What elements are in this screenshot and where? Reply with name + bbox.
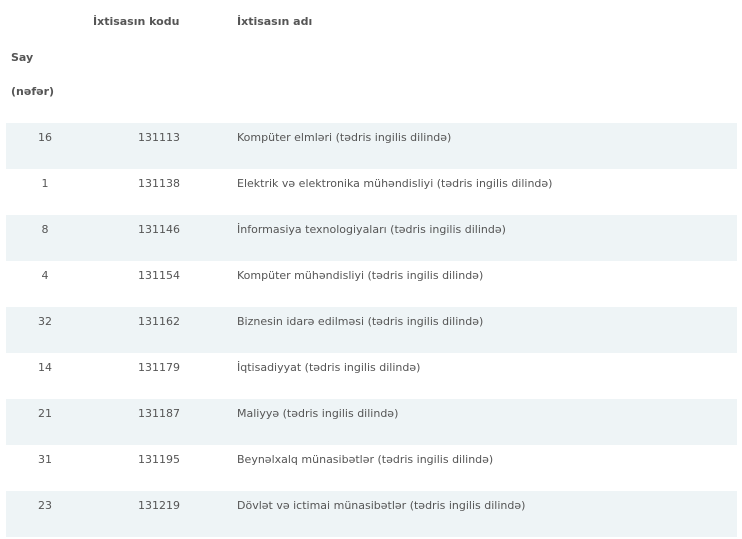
row-count: 1 bbox=[41, 177, 49, 190]
row-code: 131179 bbox=[138, 361, 180, 374]
row-name: İqtisadiyyat (tədris ingilis dilində) bbox=[237, 361, 421, 374]
table-body: 16 131113 Kompüter elmləri (tədris ingilis… bbox=[6, 123, 737, 537]
table-row: 21 131187 Maliyyə (tədris ingilis dilində) bbox=[6, 399, 737, 445]
row-name: Kompüter mühəndisliyi (tədris ingilis di… bbox=[237, 269, 484, 282]
table-row: 16 131113 Kompüter elmləri (tədris ingilis… bbox=[6, 123, 737, 169]
header-code: İxtisasın kodu bbox=[93, 15, 180, 28]
row-code: 131187 bbox=[138, 407, 180, 420]
row-count: 4 bbox=[41, 269, 49, 282]
row-count: 31 bbox=[38, 453, 52, 466]
row-count: 21 bbox=[38, 407, 52, 420]
row-code: 131219 bbox=[138, 499, 180, 512]
row-code: 131162 bbox=[138, 315, 180, 328]
table-row: 31 131195 Beynəlxalq münasibətlər (tədris … bbox=[6, 445, 737, 491]
row-code: 131195 bbox=[138, 453, 180, 466]
table-row: 32 131162 Biznesin idarə edilməsi (tədris … bbox=[6, 307, 737, 353]
row-name: Elektrik və elektronika mühəndisliyi (tə… bbox=[237, 177, 553, 190]
table-row: 4 131154 Kompüter mühəndisliyi (tədris ing… bbox=[6, 261, 737, 307]
row-count: 8 bbox=[41, 223, 49, 236]
header-name: İxtisasın adı bbox=[237, 15, 313, 28]
table-row: 14 131179 İqtisadiyyat (tədris ingilis dil… bbox=[6, 353, 737, 399]
table-row: 8 131146 İnformasiya texnologiyaları (tədr… bbox=[6, 215, 737, 261]
row-name: Biznesin idarə edilməsi (tədris ingilis … bbox=[237, 315, 484, 328]
row-count: 16 bbox=[38, 131, 52, 144]
row-code: 131113 bbox=[138, 131, 180, 144]
row-name: Kompüter elmləri (tədris ingilis dilində… bbox=[237, 131, 452, 144]
row-name: Dövlət və ictimai münasibətlər (tədris i… bbox=[237, 499, 526, 512]
row-count: 23 bbox=[38, 499, 52, 512]
table-row: 23 131219 Dövlət və ictimai münasibətlər (… bbox=[6, 491, 737, 537]
row-code: 131154 bbox=[138, 269, 180, 282]
row-name: Maliyyə (tədris ingilis dilində) bbox=[237, 407, 399, 420]
row-count: 14 bbox=[38, 361, 52, 374]
row-name: Beynəlxalq münasibətlər (tədris ingilis … bbox=[237, 453, 494, 466]
row-code: 131146 bbox=[138, 223, 180, 236]
row-name: İnformasiya texnologiyaları (tədris ingi… bbox=[237, 223, 506, 236]
header-count: Say bbox=[11, 51, 34, 64]
specialty-table: İxtisasın kodu İxtisasın adı Say (nəfər)… bbox=[0, 0, 742, 539]
header-count-unit: (nəfər) bbox=[11, 85, 55, 98]
row-count: 32 bbox=[38, 315, 52, 328]
table-row: 1 131138 Elektrik və elektronika mühəndisl… bbox=[6, 169, 737, 215]
row-code: 131138 bbox=[138, 177, 180, 190]
